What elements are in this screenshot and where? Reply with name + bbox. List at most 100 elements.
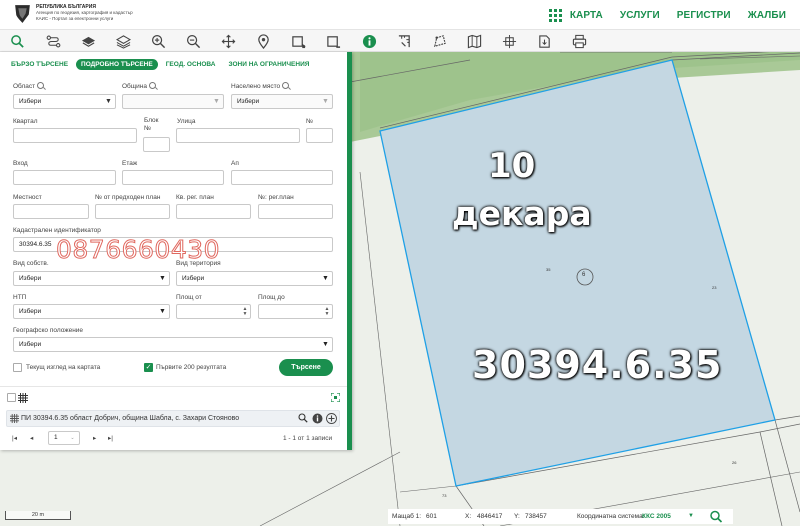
route-tool[interactable] <box>36 30 70 52</box>
pan-tool[interactable] <box>211 30 245 52</box>
prev-page-button[interactable]: ◂ <box>30 434 33 442</box>
first-200-label: Първите 200 резултата <box>156 364 227 371</box>
blok-field[interactable] <box>143 137 170 152</box>
plosht-do-label: Площ до <box>258 294 285 301</box>
zoom-to-result-button[interactable] <box>297 412 309 424</box>
current-view-checkbox[interactable] <box>13 363 22 372</box>
table-grid-icon[interactable] <box>18 393 28 403</box>
coordinate-search-icon[interactable] <box>708 509 724 524</box>
oblast-label: Област <box>13 82 45 90</box>
plosht-ot-label: Площ от <box>176 294 202 301</box>
next-page-button[interactable]: ▸ <box>93 434 96 442</box>
location-tool[interactable] <box>246 30 280 52</box>
ulitsa-field[interactable] <box>176 128 300 143</box>
current-view-label: Текущ изглед на картата <box>26 364 101 371</box>
ntp-select[interactable]: Избери ▼ <box>13 304 170 319</box>
nomer-predhoden-field[interactable] <box>95 204 170 219</box>
vid-teritoriya-select[interactable]: Избери ▼ <box>176 271 333 286</box>
search-tool[interactable] <box>0 30 34 52</box>
export-tool[interactable] <box>527 30 561 52</box>
scale-label: Мащаб 1: <box>392 513 422 520</box>
coord-system-value[interactable]: ККС 2005 <box>642 509 671 524</box>
info-tool[interactable] <box>352 30 386 52</box>
top-header: РЕПУБЛИКА БЪЛГАРИЯ Агенция по геодезия, … <box>0 0 800 30</box>
x-label: X: <box>465 513 472 520</box>
agency-name: РЕПУБЛИКА БЪЛГАРИЯ Агенция по геодезия, … <box>36 4 133 21</box>
last-page-button[interactable]: ▸| <box>108 434 113 442</box>
nav-services[interactable]: УСЛУГИ <box>620 10 660 21</box>
ap-field[interactable] <box>231 170 333 185</box>
stepper-icon[interactable]: ▲ ▼ <box>240 305 250 318</box>
nav-map[interactable]: КАРТА <box>570 10 603 21</box>
tab-quick-search[interactable]: БЪРЗО ТЪРСЕНЕ <box>6 59 73 70</box>
search-icon[interactable] <box>148 82 156 89</box>
nomer-label: № <box>306 118 313 125</box>
tab-restriction-zones[interactable]: ЗОНИ НА ОГРАНИЧЕНИЯ <box>224 59 315 70</box>
zoom-out-icon <box>186 34 200 48</box>
page-select[interactable]: 1 ⌄ <box>48 431 80 445</box>
vhod-label: Вход <box>13 160 28 167</box>
x-value: 4846417 <box>477 513 503 520</box>
first-200-checkbox[interactable]: ✓ <box>144 363 153 372</box>
coordinates-tool[interactable] <box>492 30 526 52</box>
first-page-button[interactable]: |◂ <box>12 434 17 442</box>
search-tabs: БЪРЗО ТЪРСЕНЕ ПОДРОБНО ТЪРСЕНЕ ГЕОД. ОСН… <box>6 58 317 70</box>
add-result-button[interactable] <box>325 412 337 424</box>
select-area-icon <box>291 35 306 48</box>
map-book-tool[interactable] <box>457 30 491 52</box>
kv-reg-plan-field[interactable] <box>176 204 251 219</box>
vid-sobstv-select[interactable]: Избери ▼ <box>13 271 170 286</box>
ulitsa-label: Улица <box>177 118 196 125</box>
measure-distance-tool[interactable] <box>387 30 421 52</box>
plosht-ot-field[interactable]: ▲ ▼ <box>176 304 251 319</box>
result-info-button[interactable] <box>311 412 323 424</box>
print-tool[interactable] <box>562 30 596 52</box>
search-result-row[interactable]: ПИ 30394.6.35 област Добрич, община Шабл… <box>6 410 340 427</box>
nomer-reg-plan-field[interactable] <box>258 204 333 219</box>
divider <box>0 386 347 387</box>
scale-bar: 20 m <box>5 511 71 520</box>
route-icon <box>46 35 60 47</box>
search-button[interactable]: Търсене <box>279 359 333 376</box>
mestnost-field[interactable] <box>13 204 89 219</box>
geografsko-select[interactable]: Избери ▼ <box>13 337 333 352</box>
vid-sobstv-label: Вид собств. <box>13 260 49 267</box>
search-icon[interactable] <box>37 82 45 89</box>
obshtina-select[interactable]: ▼ <box>122 94 224 109</box>
map-label: 35 <box>546 267 551 272</box>
search-icon <box>10 34 24 48</box>
plosht-do-field[interactable]: ▲ ▼ <box>258 304 333 319</box>
map-toolbar <box>0 30 800 52</box>
search-icon[interactable] <box>282 82 290 89</box>
nav-registers[interactable]: РЕГИСТРИ <box>677 10 731 21</box>
tab-geodetic-base[interactable]: ГЕОД. ОСНОВА <box>161 59 221 70</box>
nomer-reg-plan-label: №: рег.план <box>258 194 294 201</box>
apps-grid-icon[interactable] <box>548 8 562 22</box>
zoom-in-tool[interactable] <box>141 30 175 52</box>
chevron-down-icon: ▼ <box>213 98 220 105</box>
kvartal-field[interactable] <box>13 128 137 143</box>
select-area-tool[interactable] <box>281 30 315 52</box>
etazh-field[interactable] <box>122 170 224 185</box>
obshtina-label: Община <box>122 82 156 90</box>
naseleno-myasto-select[interactable]: Избери ▼ <box>231 94 333 109</box>
layers-stack-tool[interactable] <box>106 30 140 52</box>
nomer-field[interactable] <box>306 128 333 143</box>
layer-tool[interactable] <box>71 30 105 52</box>
export-icon <box>538 34 550 48</box>
deselect-area-tool[interactable] <box>316 30 350 52</box>
vhod-field[interactable] <box>13 170 116 185</box>
select-all-checkbox[interactable] <box>7 393 16 402</box>
expand-icon[interactable] <box>331 393 340 402</box>
tab-detailed-search[interactable]: ПОДРОБНО ТЪРСЕНЕ <box>76 58 158 70</box>
zoom-in-icon <box>151 34 165 48</box>
chevron-down-icon[interactable]: ▼ <box>688 509 694 524</box>
area-number-overlay: 10 <box>488 146 536 186</box>
stepper-icon[interactable]: ▲ ▼ <box>322 305 332 318</box>
chevron-down-icon: ▼ <box>159 275 166 282</box>
zoom-out-tool[interactable] <box>176 30 210 52</box>
info-icon <box>362 34 376 48</box>
oblast-select[interactable]: Избери ▼ <box>13 94 116 109</box>
measure-area-tool[interactable] <box>422 30 456 52</box>
nav-complaints[interactable]: ЖАЛБИ <box>748 10 786 21</box>
